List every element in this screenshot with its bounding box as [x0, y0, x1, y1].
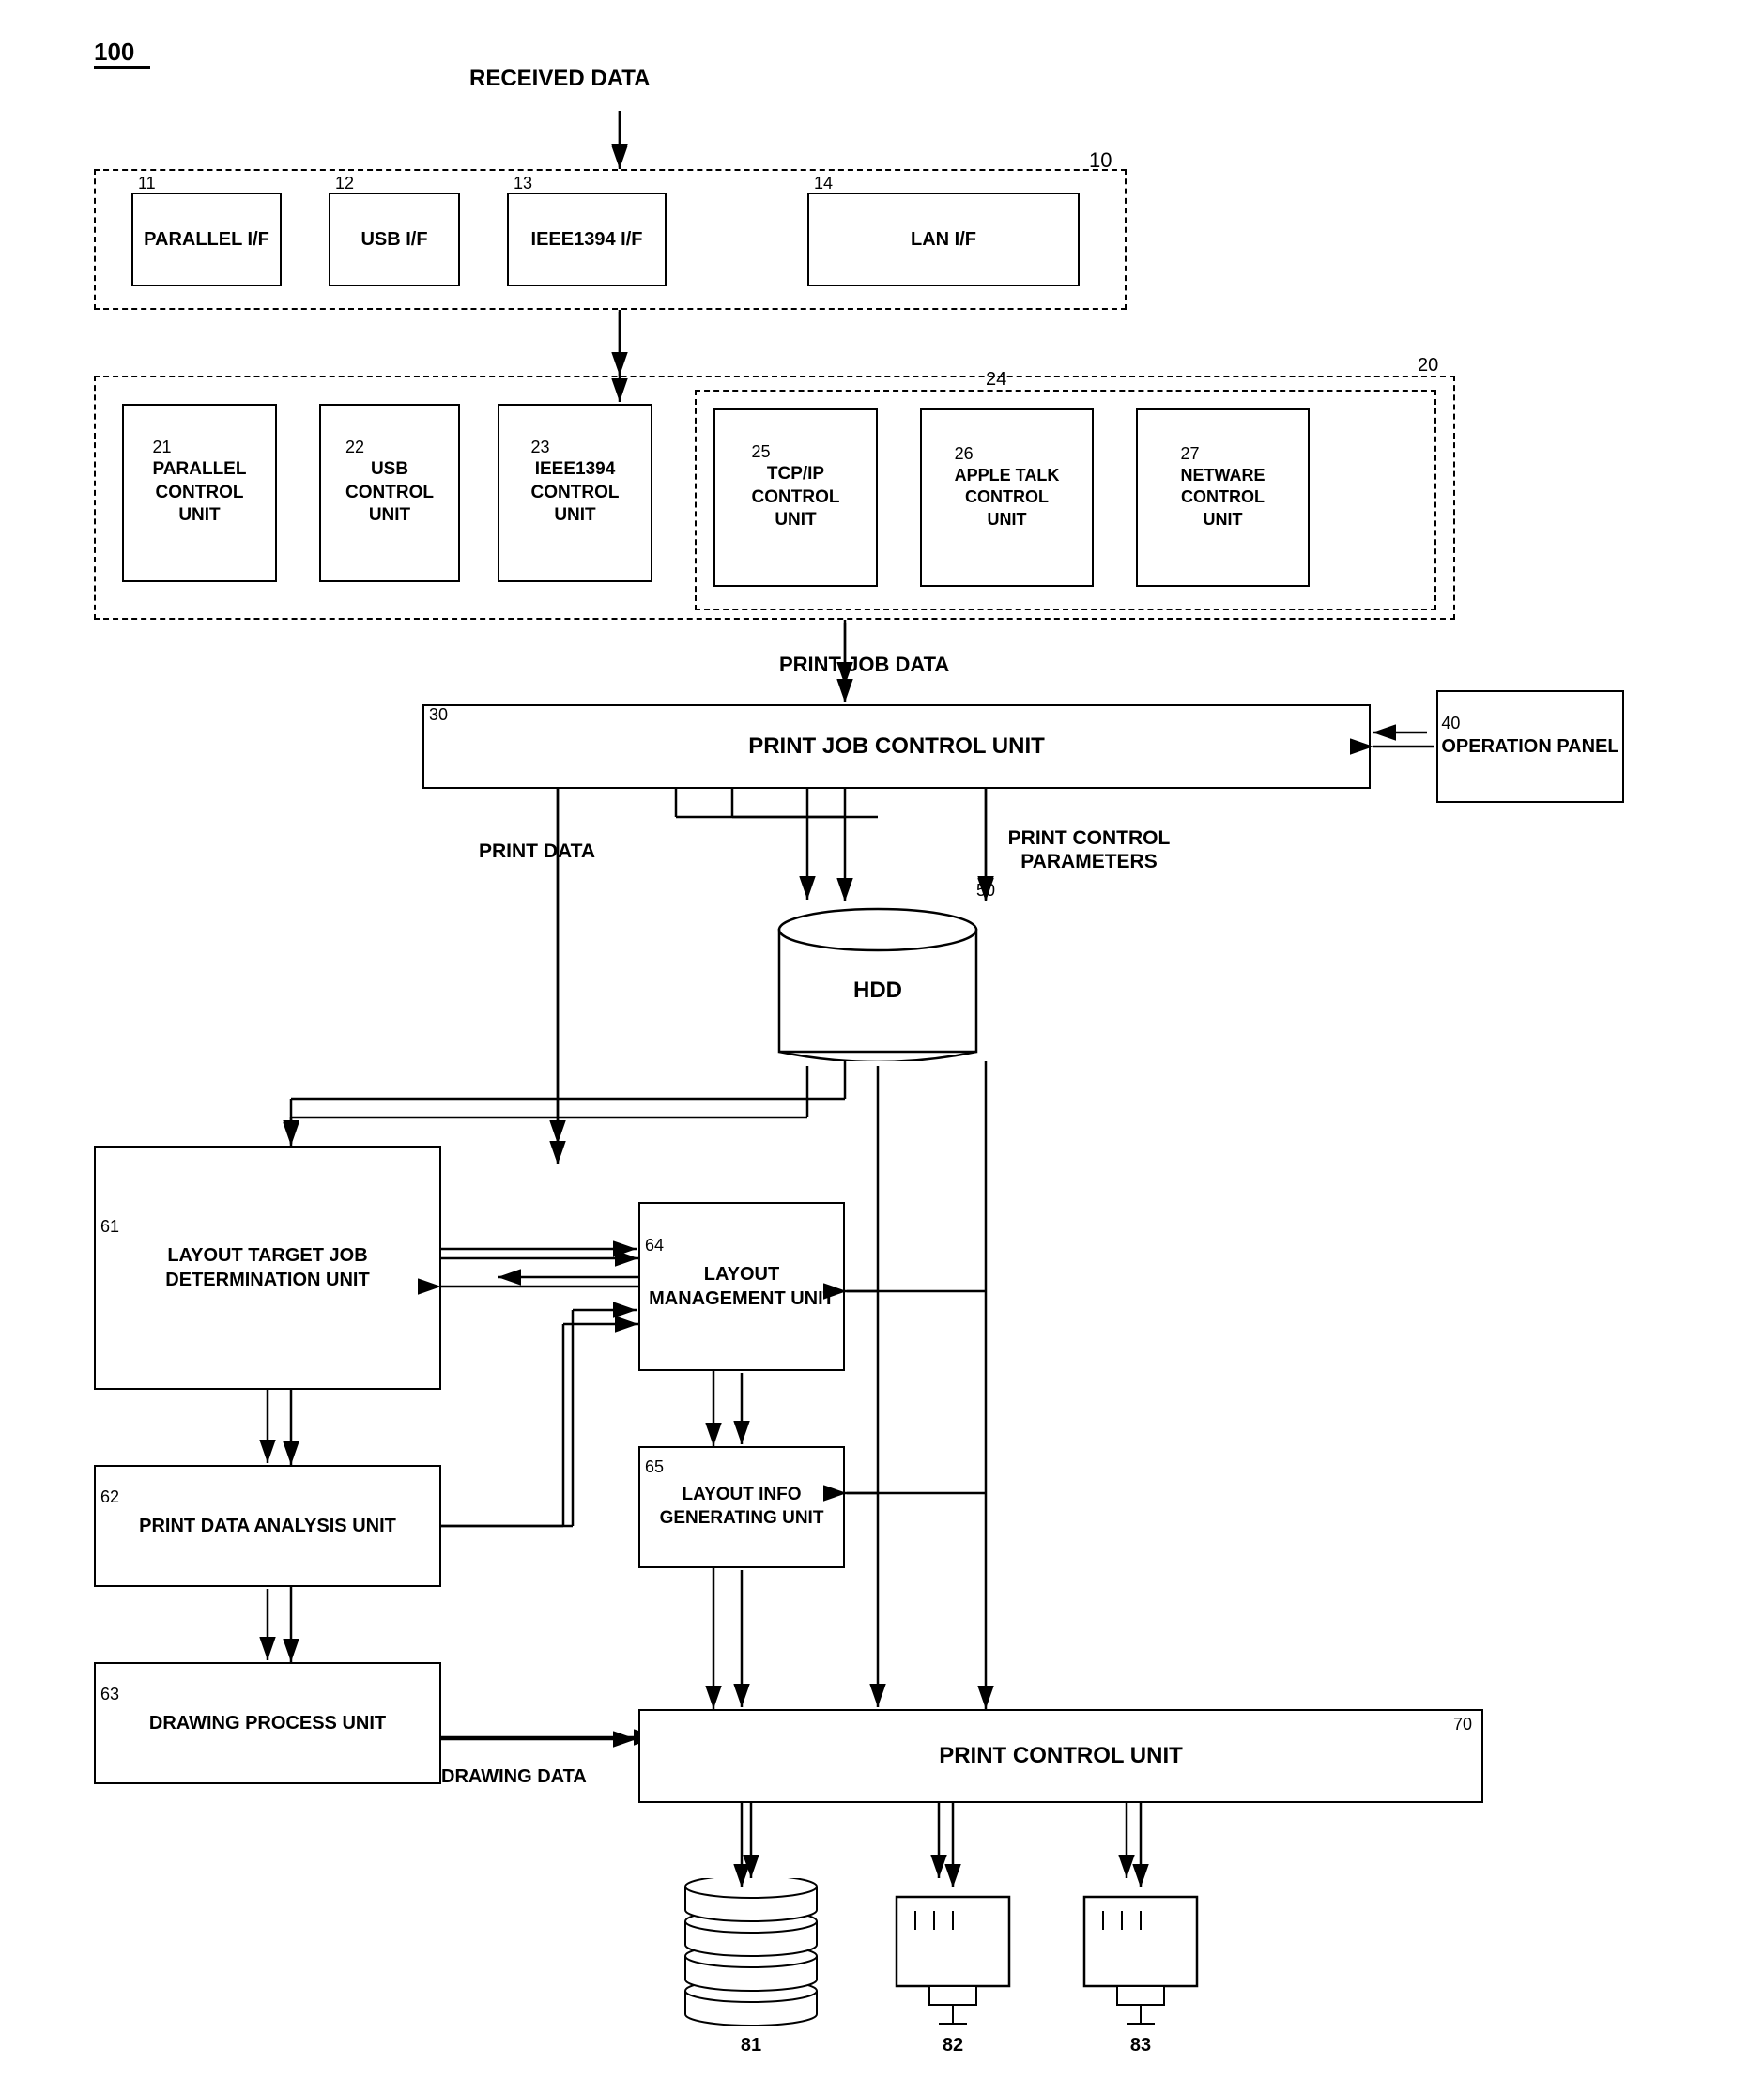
ref-21: 21: [153, 438, 172, 457]
box-11: 11 PARALLEL I/F: [131, 193, 282, 286]
ref-25: 25: [752, 442, 771, 462]
ref-14: 14: [814, 174, 833, 193]
ref-23: 23: [531, 438, 550, 457]
box-14: 14 LAN I/F: [807, 193, 1080, 286]
print-control-params-label: PRINT CONTROL PARAMETERS: [995, 826, 1183, 873]
ref-81: 81: [741, 2035, 761, 2057]
ref-10: 10: [1089, 148, 1112, 173]
box-13: 13 IEEE1394 I/F: [507, 193, 667, 286]
ref-70: 70: [1453, 1715, 1472, 1734]
ref-64: 64: [645, 1236, 664, 1256]
ref-12: 12: [335, 174, 354, 193]
ref-24: 24: [986, 369, 1006, 391]
print-data-label: PRINT DATA: [479, 840, 595, 863]
ref-11: 11: [138, 174, 156, 193]
box-26: 26 APPLE TALKCONTROLUNIT: [920, 408, 1094, 587]
diagram: 100 RECEIVED DATA 10 11 PARALLEL I/F 12 …: [0, 0, 1764, 2080]
ref-27: 27: [1181, 444, 1200, 464]
diagram-title: 100: [94, 38, 134, 67]
box-61: 61 LAYOUT TARGET JOB DETERMINATION UNIT: [94, 1146, 441, 1390]
ref-83: 83: [1130, 2035, 1151, 2057]
box-30: 30 PRINT JOB CONTROL UNIT: [422, 704, 1371, 789]
drawing-data-label: DRAWING DATA: [441, 1765, 587, 1788]
ref-40: 40: [1441, 714, 1460, 733]
box-25: 25 TCP/IPCONTROLUNIT: [713, 408, 878, 587]
box-64: 64 LAYOUT MANAGEMENT UNIT: [638, 1202, 845, 1371]
device-82: 82: [882, 1878, 1023, 2028]
ref-61: 61: [100, 1217, 119, 1237]
ref-62: 62: [100, 1487, 119, 1507]
box-62: 62 PRINT DATA ANALYSIS UNIT: [94, 1465, 441, 1587]
box-50: 50 HDD: [770, 901, 986, 1061]
box-70: 70 PRINT CONTROL UNIT: [638, 1709, 1483, 1803]
box-27: 27 NETWARECONTROLUNIT: [1136, 408, 1310, 587]
ref-30: 30: [429, 705, 448, 725]
device-83: 83: [1070, 1878, 1211, 2028]
box-21: 21 PARALLELCONTROLUNIT: [122, 404, 277, 582]
box-22: 22 USBCONTROLUNIT: [319, 404, 460, 582]
box-65: 65 LAYOUT INFO GENERATING UNIT: [638, 1446, 845, 1568]
ref-20: 20: [1418, 355, 1438, 377]
ref-65: 65: [645, 1457, 664, 1477]
box-23: 23 IEEE1394CONTROLUNIT: [498, 404, 652, 582]
ref-13: 13: [514, 174, 532, 193]
ref-63: 63: [100, 1685, 119, 1704]
box-12: 12 USB I/F: [329, 193, 460, 286]
box-63: 63 DRAWING PROCESS UNIT: [94, 1662, 441, 1784]
device-81: 81: [657, 1878, 845, 2028]
print-job-data-label: PRINT JOB DATA: [779, 653, 949, 677]
ref-22: 22: [345, 438, 364, 457]
ref-82: 82: [943, 2035, 963, 2057]
box-40: 40 OPERATION PANEL: [1436, 690, 1624, 803]
ref-26: 26: [955, 444, 974, 464]
received-data-label: RECEIVED DATA: [469, 66, 650, 92]
ref-50: 50: [976, 881, 995, 901]
